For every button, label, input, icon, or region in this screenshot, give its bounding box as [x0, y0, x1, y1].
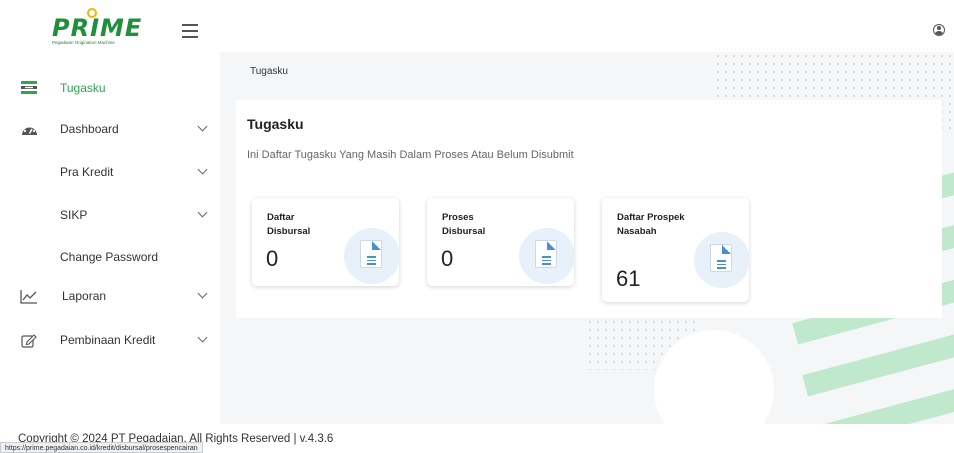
hamburger-menu-icon[interactable] [182, 24, 198, 38]
card-title: Daftar Disbursal [267, 212, 311, 237]
sidebar-item-dashboard[interactable]: Dashboard [0, 114, 220, 144]
app-root: PRIME Pegadaian Origination Machine Tuga… [0, 0, 954, 453]
sidebar-item-change-password[interactable]: Change Password [0, 242, 220, 272]
page-subtitle: Ini Daftar Tugasku Yang Masih Dalam Pros… [247, 149, 574, 161]
sidebar-item-pra-kredit[interactable]: Pra Kredit [0, 157, 220, 187]
logo-tagline: Pegadaian Origination Machine [52, 40, 115, 45]
logo-wordmark: PRIME [52, 14, 143, 42]
page-title: Tugasku [247, 116, 304, 132]
sidebar-item-laporan[interactable]: Laporan [0, 281, 220, 311]
status-bar-url: https://prime.pegadaian.co.id/kredit/dis… [0, 442, 203, 453]
card-daftar-disbursal[interactable]: Daftar Disbursal 0 [252, 198, 400, 286]
sidebar-item-label: Pembinaan Kredit [60, 333, 156, 347]
main-content: Tugasku Tugasku Ini Daftar Tugasku Yang … [220, 52, 954, 424]
chevron-down-icon [197, 207, 208, 218]
document-icon [519, 228, 575, 284]
sidebar-item-tugasku[interactable]: Tugasku [0, 73, 220, 103]
tugasku-panel: Tugasku Ini Daftar Tugasku Yang Masih Da… [236, 100, 942, 318]
sidebar-item-label: Dashboard [60, 122, 119, 136]
task-list-icon [20, 80, 38, 96]
card-title: Proses Disbursal [442, 212, 486, 237]
edit-icon [20, 332, 38, 348]
prime-logo[interactable]: PRIME Pegadaian Origination Machine [50, 8, 150, 48]
sidebar: Tugasku Dashboard Pra Kredit SIKP Change… [0, 52, 220, 424]
line-chart-icon [20, 288, 38, 304]
card-proses-disbursal[interactable]: Proses Disbursal 0 [427, 198, 575, 286]
card-title: Daftar Prospek Nasabah [617, 212, 685, 237]
card-daftar-prospek-nasabah[interactable]: Daftar Prospek Nasabah 61 [602, 198, 750, 302]
dashboard-gauge-icon [20, 121, 38, 137]
sidebar-item-label: Change Password [60, 250, 159, 264]
card-value: 0 [441, 246, 454, 271]
sidebar-item-pembinaan-kredit[interactable]: Pembinaan Kredit [0, 325, 220, 355]
chevron-down-icon [197, 332, 208, 343]
user-account-icon[interactable] [933, 24, 945, 36]
sidebar-item-sikp[interactable]: SIKP [0, 200, 220, 230]
sidebar-item-label: SIKP [60, 208, 88, 222]
sidebar-item-label: Tugasku [60, 81, 106, 95]
document-icon [694, 232, 750, 288]
chevron-down-icon [197, 121, 208, 132]
breadcrumb[interactable]: Tugasku [250, 66, 288, 77]
card-value: 0 [266, 246, 279, 271]
top-bar: PRIME Pegadaian Origination Machine [0, 0, 954, 52]
chevron-down-icon [197, 164, 208, 175]
chevron-down-icon [197, 288, 208, 299]
document-icon [344, 228, 400, 284]
card-value: 61 [616, 266, 641, 291]
sidebar-item-label: Laporan [62, 289, 107, 303]
sidebar-item-label: Pra Kredit [60, 165, 114, 179]
